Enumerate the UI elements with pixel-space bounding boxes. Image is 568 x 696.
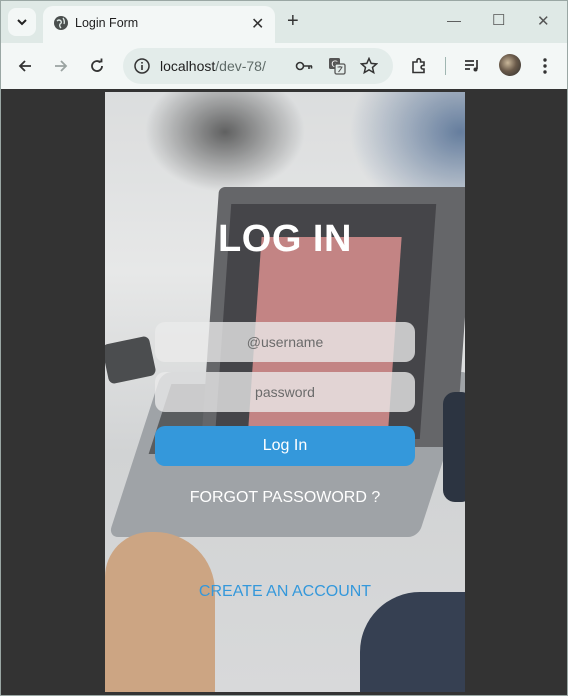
browser-toolbar: localhost/dev-78/ G: [1, 43, 567, 89]
avatar[interactable]: [499, 54, 521, 76]
more-vertical-icon: [543, 58, 547, 74]
chevron-down-icon: [17, 19, 27, 26]
tab-search-button[interactable]: [8, 8, 36, 36]
window-close-icon[interactable]: ✕: [537, 12, 550, 30]
username-input[interactable]: [155, 322, 415, 362]
arrow-left-icon: [18, 60, 31, 72]
page-viewport: LOG IN Log In FORGOT PASSOWORD ? CREATE …: [1, 89, 567, 695]
arrow-right-icon: [55, 60, 68, 72]
url-path: /dev-78/: [215, 58, 266, 74]
tab-login-form[interactable]: Login Form ✕: [43, 6, 275, 43]
minimize-icon[interactable]: —: [447, 12, 461, 28]
browser-window: Login Form ✕ + — ☐ ✕ localhost/dev-78/ L…: [0, 0, 568, 696]
globe-icon: [54, 16, 68, 30]
close-icon[interactable]: ✕: [251, 14, 264, 34]
toolbar-separator: [445, 57, 446, 75]
info-icon[interactable]: [133, 57, 151, 75]
tab-strip: Login Form ✕ + — ☐ ✕: [1, 1, 567, 43]
maximize-icon[interactable]: ☐: [492, 11, 505, 29]
login-panel: LOG IN Log In FORGOT PASSOWORD ? CREATE …: [105, 92, 465, 692]
forward-button[interactable]: [50, 55, 72, 77]
browser-menu-button[interactable]: [534, 55, 556, 77]
tab-title: Login Form: [75, 16, 139, 30]
address-bar[interactable]: localhost/dev-78/ G: [123, 48, 393, 84]
url-text[interactable]: localhost/dev-78/: [160, 58, 266, 74]
plus-icon[interactable]: +: [287, 11, 299, 31]
translate-icon[interactable]: G: [328, 57, 346, 75]
forgot-password-link[interactable]: FORGOT PASSOWORD ?: [105, 489, 465, 507]
reload-button[interactable]: [86, 55, 108, 77]
reload-icon: [91, 58, 103, 72]
star-icon[interactable]: [360, 57, 378, 75]
extensions-button[interactable]: [408, 55, 430, 77]
url-host: localhost: [160, 58, 216, 74]
page-title: LOG IN: [218, 218, 352, 260]
puzzle-icon: [412, 57, 425, 74]
media-button[interactable]: [461, 55, 483, 77]
create-account-link[interactable]: CREATE AN ACCOUNT: [105, 583, 465, 601]
password-input[interactable]: [155, 372, 415, 412]
login-button[interactable]: Log In: [155, 426, 415, 466]
back-button[interactable]: [14, 55, 36, 77]
playlist-icon: [465, 60, 478, 72]
key-icon[interactable]: [295, 57, 313, 75]
